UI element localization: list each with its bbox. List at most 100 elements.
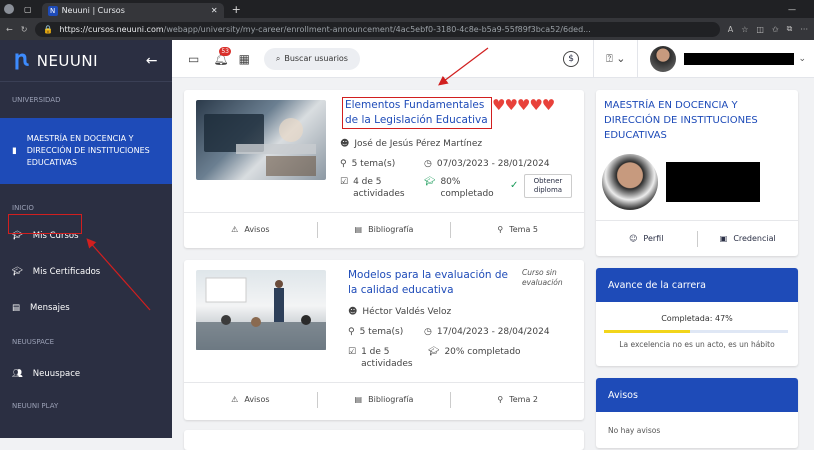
tab-avisos[interactable]: ⚠ Avisos	[184, 225, 317, 234]
clock-icon: ◷	[424, 327, 432, 337]
payments-icon[interactable]: $	[563, 50, 580, 67]
sidebar-item-mensajes[interactable]: ▤ Mensajes	[0, 298, 172, 318]
course-thumbnail[interactable]	[196, 100, 326, 180]
diploma-button[interactable]: Obtener diploma	[524, 174, 572, 198]
sidebar-item-mis-certificados[interactable]: 🎓︎ Mis Certificados	[0, 262, 172, 282]
collapse-sidebar-icon[interactable]: ←	[146, 53, 158, 69]
rating-hearts: ♥♥♥♥♥	[492, 96, 555, 114]
sidebar-item-program[interactable]: ▮ MAESTRÍA EN DOCENCIA Y DIRECCIÓN DE IN…	[0, 118, 172, 184]
career-progress-title: Avance de la carrera	[596, 268, 798, 302]
url-path: /webapp/university/my-career/enrollment-…	[163, 24, 591, 34]
divider	[593, 39, 595, 78]
graduation-cap-icon: 🎓︎	[424, 177, 436, 187]
reload-icon[interactable]: ↻	[21, 25, 28, 34]
lock-icon: 🔒	[43, 24, 54, 34]
course-title[interactable]: Elementos Fundamentales de la Legislació…	[342, 97, 492, 129]
classroom-image	[196, 277, 326, 350]
course-progress: 🎓︎ 80% completado	[424, 176, 504, 200]
tab-actions-icon[interactable]: ▢	[24, 5, 32, 14]
collections-icon[interactable]: ⧉	[787, 24, 793, 34]
dates-value: 07/03/2023 - 28/01/2024	[436, 159, 550, 169]
url-host: https://cursos.neuuni.com	[59, 24, 164, 34]
course-progress: 🎓︎ 20% completado	[428, 346, 521, 358]
course-tabs: ⚠ Avisos ▤ Bibliografía ⚲ Tema 5	[184, 212, 584, 246]
calendar-icon[interactable]: ▦	[239, 52, 250, 66]
favorite-icon[interactable]: ☆	[741, 25, 748, 34]
more-icon[interactable]: ···	[800, 25, 808, 34]
credencial-label: Credencial	[733, 234, 776, 243]
perfil-button[interactable]: ☺ Perfil	[596, 234, 697, 243]
neuuni-logo-icon: Ꞃ	[14, 50, 29, 71]
teacher-name: Héctor Valdés Veloz	[362, 307, 452, 317]
search-users-button[interactable]: ⌕ Buscar usuarios	[263, 47, 360, 70]
tab-avisos[interactable]: ⚠ Avisos	[184, 395, 317, 404]
back-icon[interactable]: ←	[6, 25, 13, 34]
course-title[interactable]: Modelos para la evaluación de la calidad…	[348, 268, 518, 298]
profile-photo	[602, 154, 658, 210]
sidebar-item-label: Neuuspace	[32, 369, 81, 379]
tab-label: Tema 5	[509, 225, 538, 234]
help-icon[interactable]: ⍰ ⌄	[606, 52, 625, 66]
course-topics: ⚲ 5 tema(s)	[340, 158, 395, 170]
teacher-name: José de Jesús Pérez Martínez	[354, 139, 483, 149]
topic-icon: ⚲	[497, 395, 504, 404]
favorites-icon[interactable]: ✩	[772, 25, 779, 34]
tab-bar: ▢ N Neuuni | Cursos ✕ + —	[0, 0, 814, 18]
brand-name: NEUUNI	[36, 51, 99, 70]
book-icon: ▤	[354, 395, 363, 404]
course-status: Curso sin evaluación	[522, 268, 563, 287]
sidebar-item-neuuspace[interactable]: 👥︎ Neuuspace	[0, 364, 172, 384]
topics-value: 5 tema(s)	[351, 159, 396, 169]
course-dates: ◷ 17/04/2023 - 28/04/2024	[424, 326, 550, 338]
split-icon[interactable]: ◫	[756, 25, 764, 34]
minimize-icon[interactable]: —	[788, 5, 796, 14]
chevron-down-icon[interactable]: ⌄	[798, 54, 806, 64]
course-card: Elementos Fundamentales de la Legislació…	[184, 90, 584, 248]
topics-icon: ⚲	[340, 159, 347, 169]
checkbox-icon: ☑	[348, 347, 357, 357]
top-bar: ▭ 🔔︎ 53 ▦ ⌕ Buscar usuarios $ ⍰ ⌄ ⌄	[172, 39, 814, 78]
user-icon: ☺	[629, 234, 638, 243]
browser-tab[interactable]: N Neuuni | Cursos ✕	[41, 3, 224, 18]
perfil-label: Perfil	[643, 234, 664, 243]
read-aloud-icon[interactable]: A	[728, 25, 733, 34]
course-topics: ⚲ 5 tema(s)	[348, 326, 403, 338]
tab-bibliografia[interactable]: ▤ Bibliografía	[318, 395, 451, 404]
section-neuuni-play: NEUUNI PLAY	[12, 402, 59, 410]
topic-icon: ⚲	[497, 225, 504, 234]
alert-icon: ⚠	[231, 225, 239, 234]
tab-tema[interactable]: ⚲ Tema 5	[451, 225, 584, 234]
tab-label: Avisos	[244, 225, 270, 234]
check-icon: ✓	[510, 180, 519, 191]
checkbox-icon: ☑	[340, 177, 349, 187]
section-universidad: UNIVERSIDAD	[12, 96, 61, 104]
certificate-icon: 🎓︎	[12, 267, 23, 277]
graduation-cap-icon: 🎓︎	[428, 347, 440, 357]
divider	[637, 39, 639, 78]
book-icon: ▮	[12, 146, 17, 156]
address-bar[interactable]: 🔒 https://cursos.neuuni.com/webapp/unive…	[35, 21, 720, 37]
avatar[interactable]	[650, 45, 677, 72]
profile-name-redacted	[666, 162, 760, 202]
career-progress-bar	[604, 330, 788, 333]
tab-bibliografia[interactable]: ▤ Bibliografía	[318, 225, 451, 234]
search-label: Buscar usuarios	[284, 54, 348, 63]
course-activities: ☑ 1 de 5 actividades	[348, 346, 423, 370]
notices-title: Avisos	[596, 378, 798, 412]
course-thumbnail[interactable]	[196, 270, 326, 350]
chat-icon[interactable]: ▭	[188, 52, 199, 66]
tab-tema[interactable]: ⚲ Tema 2	[451, 395, 584, 404]
course-card: Modelos para la evaluación de la calidad…	[184, 260, 584, 420]
sidebar-item-label: Mensajes	[30, 303, 70, 313]
career-progress-card: Avance de la carrera Completada: 47% La …	[596, 268, 798, 366]
close-tab-icon[interactable]: ✕	[211, 6, 218, 15]
notifications-icon[interactable]: 🔔︎ 53	[213, 46, 231, 66]
new-tab-icon[interactable]: +	[232, 3, 241, 16]
topics-icon: ⚲	[348, 327, 355, 337]
activities-value: 1 de 5 actividades	[361, 347, 413, 369]
credencial-button[interactable]: ▣ Credencial	[698, 234, 799, 243]
profile-actions: ☺ Perfil ▣ Credencial	[596, 220, 798, 256]
career-quote: La excelencia no es un acto, es un hábit…	[619, 340, 775, 349]
activities-value: 4 de 5 actividades	[353, 177, 405, 199]
profile-icon[interactable]	[4, 4, 14, 14]
